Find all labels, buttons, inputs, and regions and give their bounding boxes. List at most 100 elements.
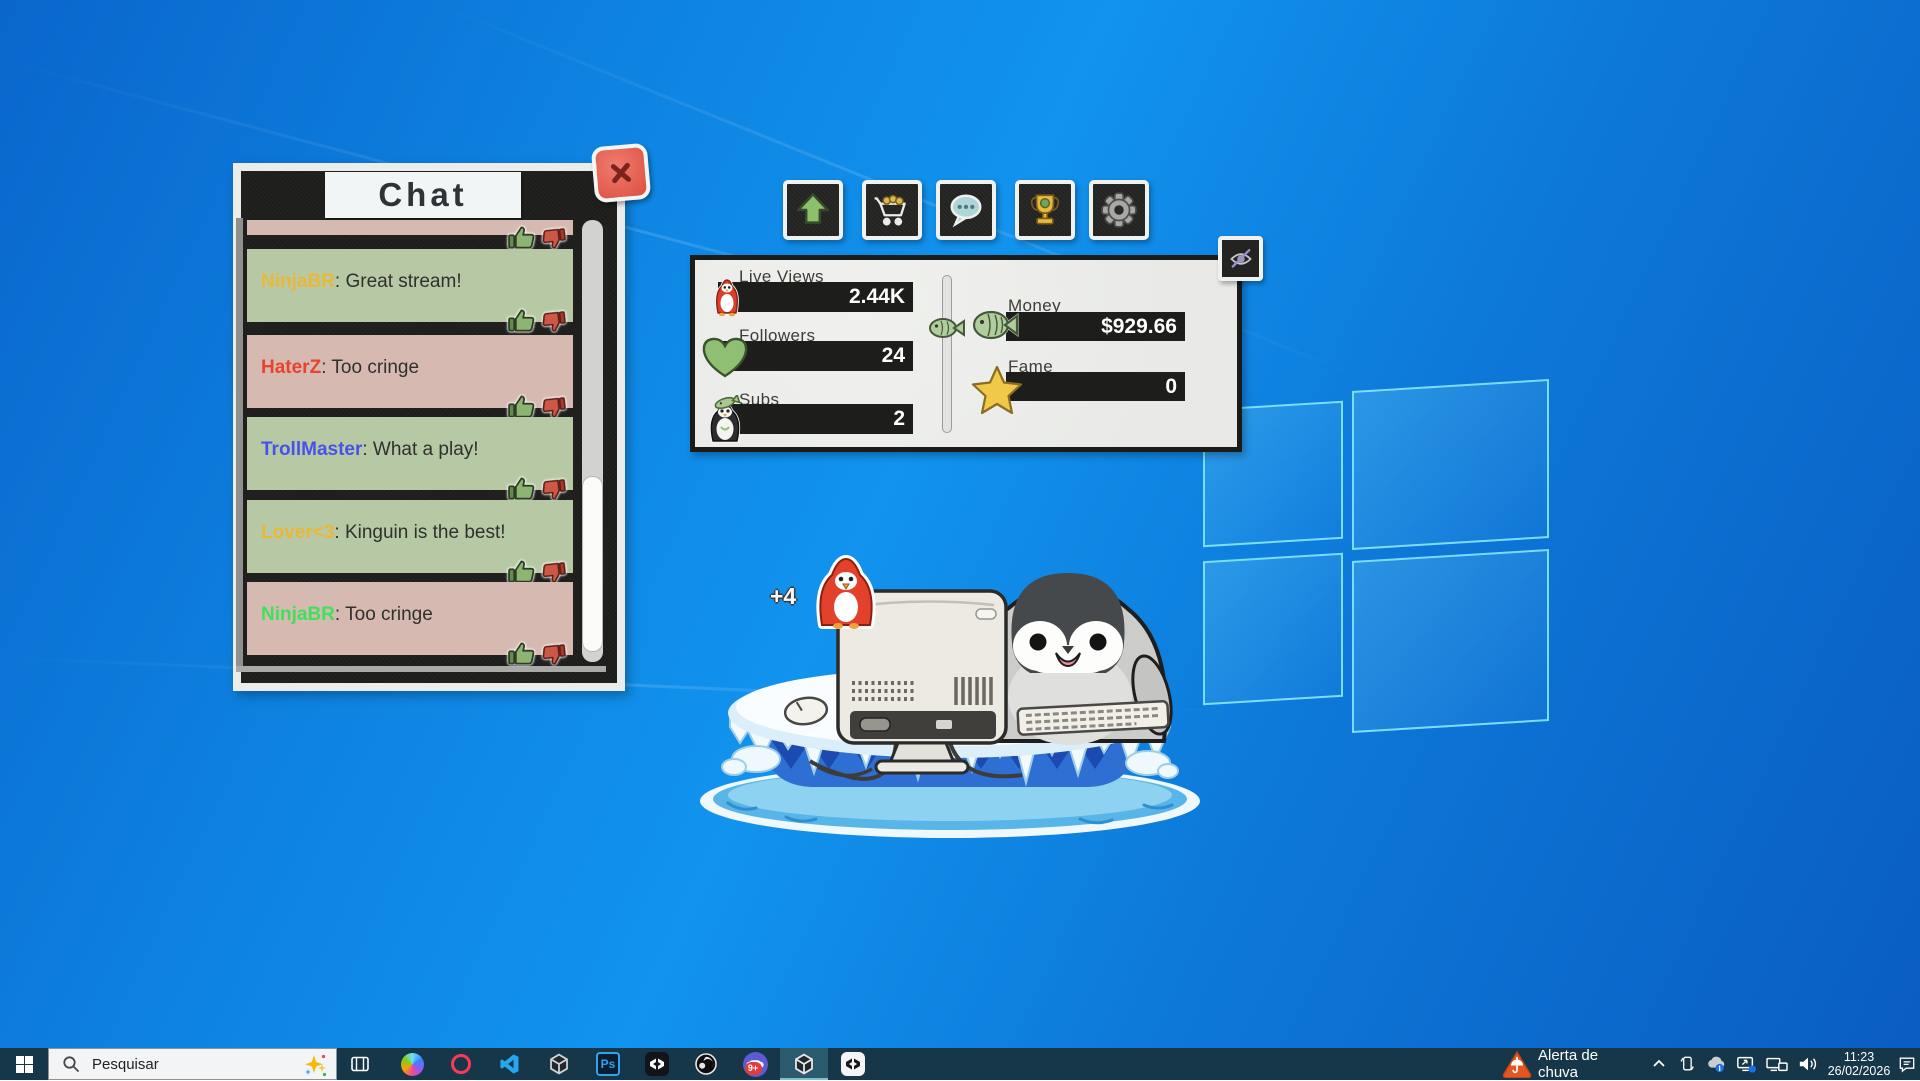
chat-message-text: : Great stream!	[335, 271, 462, 293]
search-icon	[62, 1055, 80, 1073]
copilot-icon	[401, 1053, 424, 1076]
windows-logo-wallpaper	[1203, 383, 1549, 745]
close-icon[interactable]	[591, 143, 652, 204]
tray-time: 11:23	[1844, 1050, 1874, 1064]
unity-icon	[547, 1052, 571, 1076]
chat-message-text: : Too cringe	[335, 604, 433, 626]
capcut-icon	[645, 1052, 669, 1076]
live-views-value-bar: 2.44K	[718, 282, 913, 312]
taskbar: Pesquisar Ps 9+	[0, 1048, 1920, 1080]
chat-message: TrollMaster: What a play!	[247, 417, 573, 490]
rain-alert-icon	[1502, 1050, 1532, 1078]
thumbs-up-icon[interactable]	[507, 307, 537, 334]
chat-message-text: : What a play!	[362, 439, 478, 461]
settings-button[interactable]	[1089, 180, 1149, 240]
volume-tray-icon[interactable]	[1793, 1048, 1823, 1080]
chat-message-list: NinjaBR: Great stream! HaterZ: Too cring…	[243, 218, 603, 666]
fame-value-bar: 0	[1006, 372, 1185, 401]
hide-stats-button[interactable]	[1218, 236, 1263, 281]
chat-username: HaterZ	[261, 357, 321, 379]
unity-icon	[792, 1052, 816, 1076]
fish-slider-handle-icon[interactable]	[925, 314, 967, 342]
app-opera-gx[interactable]	[437, 1048, 485, 1080]
opera-gx-icon	[451, 1054, 471, 1074]
thumbs-up-icon[interactable]	[507, 475, 537, 502]
capcut-icon	[841, 1052, 865, 1076]
network-tray-icon[interactable]	[1762, 1048, 1792, 1080]
thumbs-up-icon[interactable]	[507, 640, 537, 667]
chat-message: NinjaBR: Too cringe	[247, 582, 573, 655]
notification-count-badge: 9+	[745, 1062, 762, 1075]
thumbs-up-icon[interactable]	[507, 558, 537, 585]
tray-date: 26/02/2026	[1828, 1064, 1891, 1078]
photoshop-icon: Ps	[596, 1052, 620, 1076]
chat-inset-rail	[236, 218, 243, 666]
eye-slash-icon	[1226, 244, 1256, 274]
chat-username: Lover<3	[261, 522, 334, 544]
thumbs-down-icon[interactable]	[539, 309, 568, 336]
achievements-button[interactable]	[1015, 180, 1075, 240]
search-box[interactable]: Pesquisar	[48, 1048, 337, 1080]
chat-scrollbar-track[interactable]	[582, 220, 603, 662]
money-value-bar: $929.66	[1006, 312, 1185, 341]
vote-buttons	[507, 393, 567, 420]
chat-scrollbar-thumb[interactable]	[583, 477, 602, 651]
vote-buttons	[507, 224, 567, 251]
shop-button[interactable]	[862, 180, 922, 240]
game-controller-icon: 9+	[743, 1052, 768, 1077]
phone-icon	[1677, 1054, 1697, 1074]
upgrade-button[interactable]	[783, 180, 843, 240]
onedrive-tray-icon[interactable]	[1702, 1048, 1730, 1080]
thumbs-down-icon[interactable]	[539, 642, 568, 669]
cloud-icon	[1705, 1054, 1727, 1074]
chat-toggle-button[interactable]	[936, 180, 996, 240]
app-capcut-light[interactable]	[829, 1048, 877, 1080]
chat-message: NinjaBR: Great stream!	[247, 249, 573, 322]
action-center-button[interactable]	[1894, 1048, 1920, 1080]
chevron-up-icon	[1650, 1055, 1668, 1073]
chat-message: HaterZ: Too cringe	[247, 335, 573, 408]
vote-buttons	[507, 640, 567, 667]
network-icon	[1765, 1054, 1789, 1074]
obs-studio-icon	[694, 1052, 718, 1076]
app-unity-active[interactable]	[780, 1048, 828, 1080]
viewer-gain-popup: +4	[770, 583, 796, 610]
gear-icon	[1099, 190, 1139, 230]
show-hidden-icons-button[interactable]	[1646, 1048, 1672, 1080]
copilot-button[interactable]	[388, 1048, 436, 1080]
chat-message: Lover<3: Kinguin is the best!	[247, 500, 573, 573]
stats-panel: Live Views 2.44K Followers 24 Subs 2 Mon…	[690, 255, 1242, 452]
heart-icon	[700, 334, 750, 380]
chat-message-text: : Kinguin is the best!	[334, 522, 505, 544]
chat-message-cutoff	[247, 220, 573, 235]
windows-start-icon	[16, 1056, 33, 1073]
phone-link-tray-icon[interactable]	[1674, 1048, 1700, 1080]
start-button[interactable]	[0, 1048, 48, 1080]
app-capcut[interactable]	[633, 1048, 681, 1080]
cast-tray-icon[interactable]	[1732, 1048, 1760, 1080]
cart-icon	[872, 190, 912, 230]
notification-icon	[1897, 1054, 1917, 1074]
cast-screen-icon	[1735, 1054, 1757, 1074]
app-obs-studio[interactable]	[682, 1048, 730, 1080]
chat-window-title: Chat	[325, 172, 521, 218]
speech-bubble-icon	[946, 190, 986, 230]
app-photoshop[interactable]: Ps	[584, 1048, 632, 1080]
chat-username: NinjaBR	[261, 604, 335, 626]
weather-alert-label[interactable]: Alerta de chuva	[1538, 1048, 1642, 1080]
search-placeholder: Pesquisar	[92, 1056, 159, 1073]
taskbar-clock[interactable]: 11:23 26/02/2026	[1826, 1048, 1892, 1080]
app-vscode[interactable]	[486, 1048, 534, 1080]
app-unity[interactable]	[535, 1048, 583, 1080]
chat-username: TrollMaster	[261, 439, 362, 461]
search-highlights-sparkle-icon	[302, 1052, 328, 1078]
weather-alert-button[interactable]	[1500, 1048, 1534, 1080]
vote-buttons	[507, 558, 567, 585]
game-scene[interactable]: +4	[700, 545, 1200, 875]
task-view-button[interactable]	[336, 1048, 384, 1080]
app-gaming[interactable]: 9+	[731, 1048, 779, 1080]
red-penguin-viewer	[820, 559, 871, 629]
fish-money-icon	[968, 305, 1020, 345]
thumbs-up-icon[interactable]	[507, 224, 537, 251]
thumbs-up-icon[interactable]	[507, 393, 537, 420]
